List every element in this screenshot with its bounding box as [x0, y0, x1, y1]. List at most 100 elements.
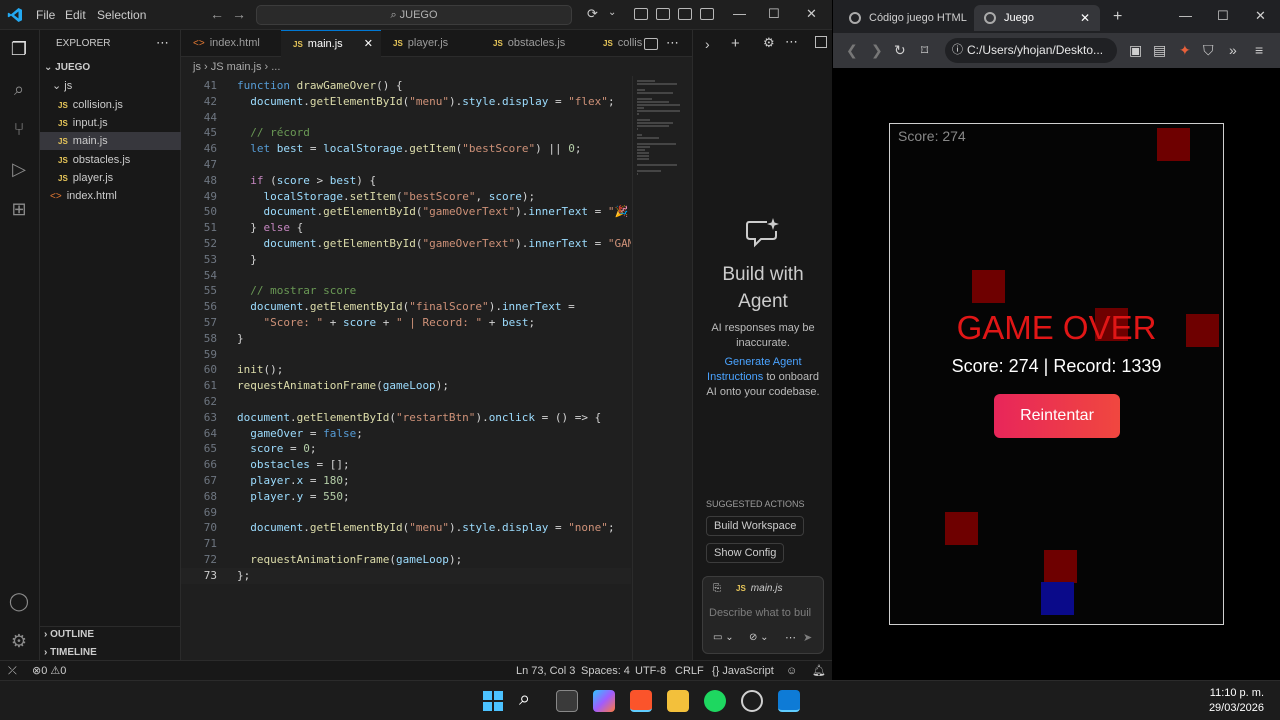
- code-line[interactable]: 64 gameOver = false;: [181, 426, 631, 442]
- code-line[interactable]: 59: [181, 347, 631, 363]
- code-line[interactable]: 54: [181, 268, 631, 284]
- back-icon[interactable]: ❮: [846, 42, 858, 59]
- code-line[interactable]: 50 document.getElementById("gameOverText…: [181, 204, 631, 220]
- brave-browser-icon[interactable]: [630, 690, 652, 712]
- menu-edit[interactable]: Edit: [65, 8, 86, 22]
- brave-shields-icon[interactable]: ⛉: [1203, 42, 1214, 59]
- layout-icon[interactable]: [634, 8, 648, 20]
- code-line[interactable]: 63 document.getElementById("restartBtn").…: [181, 410, 631, 426]
- language-mode[interactable]: {} JavaScript: [712, 661, 774, 681]
- code-line[interactable]: 72 requestAnimationFrame(gameLoop);: [181, 552, 631, 568]
- file-player-js[interactable]: JS player.js: [58, 169, 113, 187]
- remote-icon[interactable]: ⤫: [8, 661, 17, 681]
- close-icon[interactable]: ✕: [1255, 8, 1266, 24]
- code-line[interactable]: 53 }: [181, 252, 631, 268]
- code-line[interactable]: 48 if (score > best) {: [181, 173, 631, 189]
- toggle-panel-icon[interactable]: [678, 8, 692, 20]
- windows-start-icon[interactable]: [482, 690, 504, 712]
- tab-index-html[interactable]: <> index.html: [181, 30, 281, 57]
- system-clock[interactable]: 11:10 p. m. 29/03/2026: [1209, 686, 1264, 716]
- code-line[interactable]: 56 document.getElementById("finalScore")…: [181, 299, 631, 315]
- wallet-icon[interactable]: ▤: [1153, 42, 1166, 59]
- code-line[interactable]: 73};: [181, 567, 631, 584]
- tab-player-js[interactable]: JS player.js: [381, 30, 481, 57]
- toggle-secondary-sidebar-icon[interactable]: [700, 8, 714, 20]
- end-of-line[interactable]: CRLF: [675, 661, 704, 681]
- source-control-icon[interactable]: ⑂: [8, 118, 30, 140]
- code-line[interactable]: 46 let best = localStorage.getItem("best…: [181, 141, 631, 157]
- send-icon[interactable]: ➤: [803, 631, 812, 644]
- code-line[interactable]: 45 // récord: [181, 125, 631, 141]
- cursor-position[interactable]: Ln 73, Col 3: [516, 661, 575, 681]
- attach-icon[interactable]: ⎘: [713, 583, 721, 594]
- forward-icon[interactable]: ›: [705, 36, 710, 52]
- command-center-search[interactable]: ⌕ JUEGO: [256, 5, 572, 25]
- outline-section[interactable]: › OUTLINE: [44, 626, 94, 644]
- code-editor[interactable]: 41 function drawGameOver() {42 document.g…: [181, 76, 631, 660]
- code-line[interactable]: 71: [181, 536, 631, 552]
- forward-arrow-icon[interactable]: →: [232, 6, 246, 22]
- reload-icon[interactable]: ↻: [894, 42, 906, 59]
- code-line[interactable]: 52 document.getElementById("gameOverText…: [181, 236, 631, 252]
- browser-tab-codigo[interactable]: Código juego HTML: [839, 5, 969, 31]
- build-workspace-button[interactable]: Build Workspace: [706, 516, 805, 536]
- menu-selection[interactable]: Selection: [97, 8, 146, 22]
- show-config-button[interactable]: Show Config: [706, 543, 785, 563]
- code-line[interactable]: 57 "Score: " + score + " | Record: " + b…: [181, 315, 631, 331]
- code-line[interactable]: 55 // mostrar score: [181, 283, 631, 299]
- new-tab-icon[interactable]: +: [1113, 8, 1122, 26]
- more-options-icon[interactable]: ⋯: [785, 631, 796, 644]
- settings-gear-icon[interactable]: ⚙: [8, 630, 30, 652]
- extensions-icon[interactable]: »: [1229, 42, 1237, 58]
- code-line[interactable]: 44: [181, 110, 631, 126]
- game-canvas[interactable]: Score: 274 GAME OVER Score: 274 | Record…: [889, 123, 1224, 625]
- file-obstacles-js[interactable]: JS obstacles.js: [58, 151, 130, 169]
- back-arrow-icon[interactable]: ←: [210, 6, 224, 22]
- code-line[interactable]: 66 obstacles = [];: [181, 457, 631, 473]
- breadcrumb[interactable]: js › JS main.js › ...: [181, 58, 692, 76]
- menu-file[interactable]: File: [36, 8, 55, 22]
- minimize-icon[interactable]: —: [1179, 8, 1192, 23]
- sidebar-icon[interactable]: ▣: [1129, 42, 1142, 59]
- extensions-icon[interactable]: ⊞: [8, 198, 30, 220]
- file-index-html[interactable]: <> index.html: [50, 187, 117, 205]
- code-line[interactable]: 68 player.y = 550;: [181, 489, 631, 505]
- copilot-icon[interactable]: [593, 690, 615, 712]
- copilot-status-icon[interactable]: ☺: [786, 661, 797, 681]
- copilot-icon[interactable]: ⟳: [587, 6, 598, 22]
- maximize-icon[interactable]: ☐: [768, 6, 780, 22]
- mode-picker-icon[interactable]: ▭ ⌄: [713, 632, 734, 643]
- encoding[interactable]: UTF-8: [635, 661, 666, 681]
- explorer-icon[interactable]: ❐: [8, 38, 30, 60]
- address-bar[interactable]: ⓘ C:/Users/yhojan/Deskto...: [945, 38, 1117, 63]
- search-icon[interactable]: ⌕: [8, 78, 30, 100]
- account-icon[interactable]: ◯: [8, 590, 30, 612]
- code-line[interactable]: 67 player.x = 180;: [181, 473, 631, 489]
- more-actions-icon[interactable]: ⋯: [156, 35, 169, 51]
- restart-button[interactable]: Reintentar: [994, 394, 1120, 438]
- code-line[interactable]: 58}: [181, 331, 631, 347]
- folder-js[interactable]: ⌄ js: [52, 77, 72, 95]
- tools-icon[interactable]: ⊘ ⌄: [749, 632, 769, 643]
- more-actions-icon[interactable]: ⋯: [666, 35, 679, 51]
- minimize-icon[interactable]: —: [733, 6, 746, 21]
- code-line[interactable]: 70 document.getElementById("menu").style…: [181, 520, 631, 536]
- maximize-icon[interactable]: ☐: [1217, 8, 1229, 24]
- code-line[interactable]: 69: [181, 505, 631, 521]
- more-actions-icon[interactable]: ⋯: [785, 34, 798, 50]
- code-line[interactable]: 62: [181, 394, 631, 410]
- chevron-down-icon[interactable]: ⌄: [608, 7, 616, 18]
- browser-tab-juego[interactable]: Juego ✕: [974, 5, 1100, 31]
- code-line[interactable]: 42 document.getElementById("menu").style…: [181, 94, 631, 110]
- code-line[interactable]: 41 function drawGameOver() {: [181, 78, 631, 94]
- search-icon[interactable]: ⌕: [519, 688, 530, 711]
- code-line[interactable]: 51 } else {: [181, 220, 631, 236]
- split-editor-icon[interactable]: [644, 38, 658, 50]
- forward-icon[interactable]: ❯: [871, 42, 883, 59]
- file-collision-js[interactable]: JS collision.js: [58, 96, 123, 114]
- file-explorer-icon[interactable]: [667, 690, 689, 712]
- workspace-root[interactable]: ⌄ JUEGO: [44, 59, 90, 77]
- code-line[interactable]: 47: [181, 157, 631, 173]
- code-line[interactable]: 49 localStorage.setItem("bestScore", sco…: [181, 189, 631, 205]
- indentation[interactable]: Spaces: 4: [581, 661, 630, 681]
